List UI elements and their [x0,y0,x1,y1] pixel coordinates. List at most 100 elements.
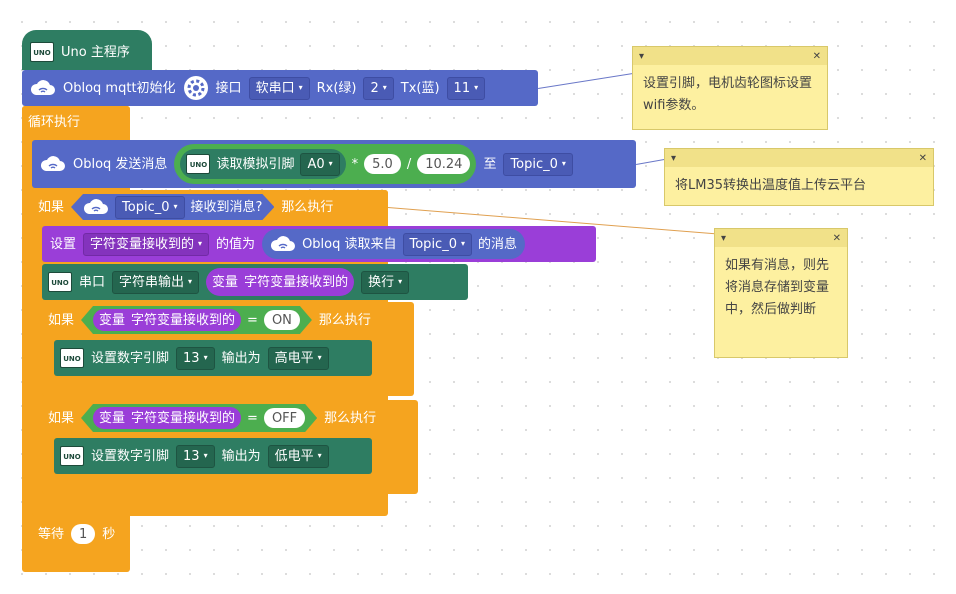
pin-dropdown[interactable]: 13 ▾ [176,346,215,370]
var-prefix: 变量 [99,312,126,328]
obloq-send-block[interactable]: Obloq 发送消息 UNO 读取模拟引脚 A0 ▾ * 5.0 / 10.24 … [32,140,636,188]
level-value: 低电平 [274,448,314,464]
read-topic-value: Topic_0 [409,236,457,252]
serial-print-block[interactable]: UNO 串口 字符串输出 ▾ 变量 字符变量接收到的 换行 ▾ [42,264,468,300]
chevron-down-icon: ▾ [328,159,333,168]
variable-reporter[interactable]: 变量 字符变量接收到的 [93,309,241,331]
main-program-title: Uno 主程序 [61,44,130,60]
var-name: 字符变量接收到的 [131,410,236,426]
set-pin-label: 设置数字引脚 [91,448,170,464]
note-titlebar[interactable]: ▾ ✕ [715,229,847,247]
wait-unit: 秒 [102,526,116,542]
collapse-icon[interactable]: ▾ [639,51,644,62]
received-topic-dropdown[interactable]: Topic_0 ▾ [115,196,184,219]
loop-label-text: 循环执行 [28,115,81,130]
serial-mode-dropdown[interactable]: 字符串输出 ▾ [112,270,200,294]
chevron-down-icon: ▾ [203,353,208,362]
multiplier-input[interactable]: 5.0 [364,154,401,174]
obloq-init-block[interactable]: Obloq mqtt初始化 接口 软串口 ▾ Rx(绿) 2 ▾ Tx(蓝) 11 ▾ [22,70,538,106]
set-pin-label: 设置数字引脚 [91,350,170,366]
output-label: 输出为 [221,350,261,366]
pin-value: 13 [183,350,200,366]
pin-dropdown[interactable]: 13 ▾ [176,444,215,468]
note-text[interactable]: 如果有消息，则先将消息存储到变量中，然后做判断 [715,247,847,329]
comment-note-1[interactable]: ▾ ✕ 设置引脚，电机齿轮图标设置wifi参数。 [632,46,828,130]
gear-icon[interactable] [183,75,209,101]
multiply-operator: * [351,156,359,172]
note-text[interactable]: 将LM35转换出温度值上传云平台 [665,167,933,205]
var-name: 字符变量接收到的 [131,312,236,328]
set-pin-low-block[interactable]: UNO 设置数字引脚 13 ▾ 输出为 低电平 ▾ [54,438,372,474]
tx-value: 11 [453,80,471,96]
if-label: 如果 [48,312,75,328]
equals-operator: = [247,410,258,426]
uno-board-icon: UNO [186,154,211,174]
chevron-down-icon: ▾ [398,277,403,286]
chevron-down-icon: ▾ [460,239,465,248]
math-expression[interactable]: UNO 读取模拟引脚 A0 ▾ * 5.0 / 10.24 [174,144,477,184]
send-topic-dropdown[interactable]: Topic_0 ▾ [503,152,573,176]
rx-value: 2 [370,80,379,96]
serial-mode-value: 字符串输出 [119,274,185,290]
value-label: 的值为 [216,236,256,252]
chevron-down-icon: ▾ [317,353,322,362]
chevron-down-icon: ▾ [188,277,193,286]
chevron-down-icon: ▾ [298,83,303,92]
main-program-block[interactable]: UNO Uno 主程序 [22,30,152,70]
read-analog-block[interactable]: UNO 读取模拟引脚 A0 ▾ [180,149,346,179]
comment-note-2[interactable]: ▾ ✕ 将LM35转换出温度值上传云平台 [664,148,934,206]
chevron-down-icon: ▾ [203,451,208,460]
close-icon[interactable]: ✕ [813,51,821,62]
to-label: 至 [483,156,497,172]
tx-dropdown[interactable]: 11 ▾ [446,76,486,100]
chevron-down-icon: ▾ [173,202,178,211]
serial-label: 串口 [79,274,106,290]
set-pin-high-block[interactable]: UNO 设置数字引脚 13 ▾ 输出为 高电平 ▾ [54,340,372,376]
level-dropdown[interactable]: 低电平 ▾ [267,444,329,468]
cloud-wifi-icon [40,156,65,171]
collapse-icon[interactable]: ▾ [671,153,676,164]
read-analog-label: 读取模拟引脚 [216,156,295,172]
uno-board-icon: UNO [60,446,84,466]
level-dropdown[interactable]: 高电平 ▾ [267,346,329,370]
close-icon[interactable]: ✕ [919,153,927,164]
read-topic-dropdown[interactable]: Topic_0 ▾ [402,232,472,256]
variable-reporter[interactable]: 变量 字符变量接收到的 [206,268,355,296]
received-condition[interactable]: Topic_0 ▾ 接收到消息? [71,194,274,220]
newline-dropdown[interactable]: 换行 ▾ [361,270,410,294]
off-condition[interactable]: 变量 字符变量接收到的 = OFF [81,404,317,432]
obloq-send-label: Obloq 发送消息 [73,156,168,172]
variable-reporter[interactable]: 变量 字符变量接收到的 [93,407,241,429]
wait-seconds-input[interactable]: 1 [71,524,96,544]
off-value-input[interactable]: OFF [264,408,305,428]
wait-block[interactable]: 等待 1 秒 [32,518,126,550]
uno-board-icon: UNO [60,348,84,368]
chevron-down-icon: ▾ [561,159,566,168]
rx-dropdown[interactable]: 2 ▾ [363,76,394,100]
close-icon[interactable]: ✕ [833,233,841,244]
on-condition[interactable]: 变量 字符变量接收到的 = ON [81,306,312,334]
obloq-read-label: Obloq 读取来自 [302,236,397,252]
variable-dropdown[interactable]: 字符变量接收到的 ▾ [83,232,210,256]
if-label: 如果 [48,410,75,426]
cloud-wifi-icon [83,198,109,216]
obloq-init-label: Obloq mqtt初始化 [63,80,176,96]
note-titlebar[interactable]: ▾ ✕ [633,47,827,65]
port-dropdown[interactable]: 软串口 ▾ [248,76,310,100]
obloq-read-block[interactable]: Obloq 读取来自 Topic_0 ▾ 的消息 [262,229,525,259]
on-value-input[interactable]: ON [264,310,300,330]
collapse-icon[interactable]: ▾ [721,233,726,244]
note-titlebar[interactable]: ▾ ✕ [665,149,933,167]
uno-board-icon: UNO [48,272,72,292]
then-label: 那么执行 [318,312,371,328]
comment-note-3[interactable]: ▾ ✕ 如果有消息，则先将消息存储到变量中，然后做判断 [714,228,848,358]
divisor-input[interactable]: 10.24 [417,154,471,174]
if-label: 如果 [38,199,65,215]
set-variable-block[interactable]: 设置 字符变量接收到的 ▾ 的值为 Obloq 读取来自 Topic_0 ▾ 的消息 [42,226,596,262]
divide-operator: / [406,156,412,172]
analog-pin-dropdown[interactable]: A0 ▾ [300,152,340,176]
note-text[interactable]: 设置引脚，电机齿轮图标设置wifi参数。 [633,65,827,125]
send-topic-value: Topic_0 [510,156,558,172]
analog-pin-value: A0 [307,156,325,172]
tx-label: Tx(蓝) [400,80,440,96]
